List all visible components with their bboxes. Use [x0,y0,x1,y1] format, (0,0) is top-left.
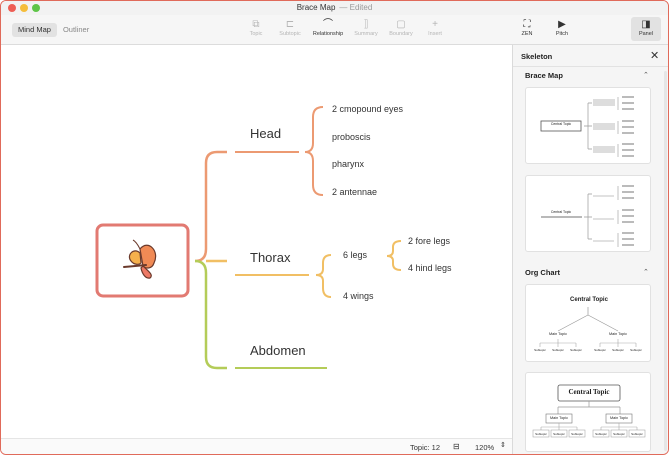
preview-subtopic: Subtopic [595,432,607,436]
preview-subtopic: Subtopic [552,348,564,352]
thorax-children-brace [315,254,332,298]
title-bar: Brace Map — Edited [1,1,668,15]
insert-icon: + [432,19,438,30]
zoom-level[interactable]: 120% [475,443,494,452]
abdomen-topic[interactable]: Abdomen [250,343,306,358]
boundary-icon: ▢ [396,19,406,30]
preview-subtopic: Subtopic [594,348,606,352]
skeleton-panel: Skeleton ✕ Brace Map ⌃ Central Topic Cen… [512,45,668,454]
head-subtopic[interactable]: pharynx [332,159,364,169]
head-topic[interactable]: Head [250,126,281,141]
preview-subtopic: Subtopic [630,348,642,352]
preview-central-topic: Central Topic [570,297,608,303]
pitch-label: Pitch [555,31,569,37]
thorax-subtopic[interactable]: 6 legs [343,250,367,260]
preview-subtopic: Subtopic [571,432,583,436]
brace-map-template-1[interactable]: Central Topic [525,87,651,164]
preview-main-topic: Main Topic [608,332,628,336]
preview-subtopic: Subtopic [631,432,643,436]
relationship-icon: ⌒ [323,19,333,30]
topic-count: Topic: 12 [410,443,441,452]
brace-map-template-2[interactable]: Central Topic [525,175,651,252]
preview-main-topic: Main Topic [609,416,629,420]
preview-subtopic: Subtopic [612,348,624,352]
insert-button[interactable]: + Insert [424,19,446,37]
zen-button[interactable]: ⛶ ZEN [517,19,537,37]
pitch-icon: ▶ [558,19,566,30]
boundary-label: Boundary [389,31,413,37]
view-switcher: Mind Map Outliner [12,23,95,37]
insert-label: Insert [428,31,442,37]
preview-central-topic: Central Topic [550,210,572,214]
preview-main-topic: Main Topic [548,332,568,336]
head-subtopic[interactable]: 2 antennae [332,187,377,197]
head-subtopic[interactable]: proboscis [332,132,371,142]
topic-label: Topic [249,31,263,37]
zen-icon: ⛶ [523,19,531,30]
summary-icon: ⟧ [363,19,369,30]
window-title: Brace Map — Edited [1,3,668,12]
tab-mind-map[interactable]: Mind Map [12,23,57,37]
toolbar: Mind Map Outliner ⧉ Topic ⊏ Subtopic ⌒ R… [1,15,668,45]
subtopic-icon: ⊏ [285,19,295,30]
legs-subtopic[interactable]: 2 fore legs [408,236,450,246]
panel-scrollbar[interactable] [664,71,667,451]
legs-children-brace [386,240,402,271]
brace-to-abdomen [194,259,227,370]
pitch-button[interactable]: ▶ Pitch [552,19,572,37]
section-org-chart[interactable]: Org Chart [525,268,560,277]
org-chart-preview [532,384,646,438]
org-chart-template-2[interactable]: Central Topic Main Topic Main Topic Subt… [525,372,651,452]
panel-button[interactable]: ◨ Panel [633,19,659,37]
brace-map-preview [541,185,634,247]
status-bar: Topic: 12 ⊟ 120% ⇕ [1,438,512,454]
panel-header: Skeleton ✕ [513,45,668,67]
relationship-label: Relationship [312,31,344,37]
head-children-brace [304,106,324,196]
brace-to-head [194,150,227,263]
edited-status: — Edited [339,3,373,12]
map-icon[interactable]: ⊟ [453,442,460,451]
preview-central-topic: Central Topic [550,122,572,126]
preview-main-topic: Main Topic [549,416,569,420]
close-icon[interactable]: ✕ [650,49,659,62]
chevron-up-icon[interactable]: ⌃ [643,71,649,79]
tab-outliner[interactable]: Outliner [57,23,95,37]
preview-subtopic: Subtopic [570,348,582,352]
panel-title: Skeleton [521,52,553,61]
chevron-up-icon[interactable]: ⌃ [643,268,649,276]
preview-subtopic: Subtopic [613,432,625,436]
preview-subtopic: Subtopic [534,348,546,352]
topic-button[interactable]: ⧉ Topic [246,19,266,37]
topic-icon: ⧉ [252,19,260,30]
subtopic-label: Subtopic [279,31,301,37]
preview-central-topic: Central Topic [568,388,610,396]
head-subtopic[interactable]: 2 cmopound eyes [332,104,403,114]
preview-subtopic: Subtopic [535,432,547,436]
mind-map-canvas[interactable]: Head Thorax Abdomen 2 cmopound eyes prob… [1,45,512,438]
boundary-button[interactable]: ▢ Boundary [386,19,416,37]
thorax-subtopic[interactable]: 4 wings [343,291,374,301]
preview-subtopic: Subtopic [553,432,565,436]
zen-label: ZEN [521,31,533,37]
org-chart-template-1[interactable]: Central Topic Main Topic Main Topic Subt… [525,284,651,362]
summary-label: Summary [354,31,378,37]
panel-label: Panel [638,31,654,37]
summary-button[interactable]: ⟧ Summary [351,19,381,37]
thorax-topic[interactable]: Thorax [250,250,290,265]
subtopic-button[interactable]: ⊏ Subtopic [276,19,304,37]
brace-map-preview [540,96,634,157]
relationship-button[interactable]: ⌒ Relationship [310,19,346,37]
legs-subtopic[interactable]: 4 hind legs [408,263,452,273]
section-brace-map[interactable]: Brace Map [525,71,563,80]
zoom-stepper-icon[interactable]: ⇕ [500,441,506,449]
panel-icon: ◨ [641,19,651,30]
document-title: Brace Map [296,3,336,12]
app-window: Brace Map — Edited Mind Map Outliner ⧉ To… [0,0,669,455]
